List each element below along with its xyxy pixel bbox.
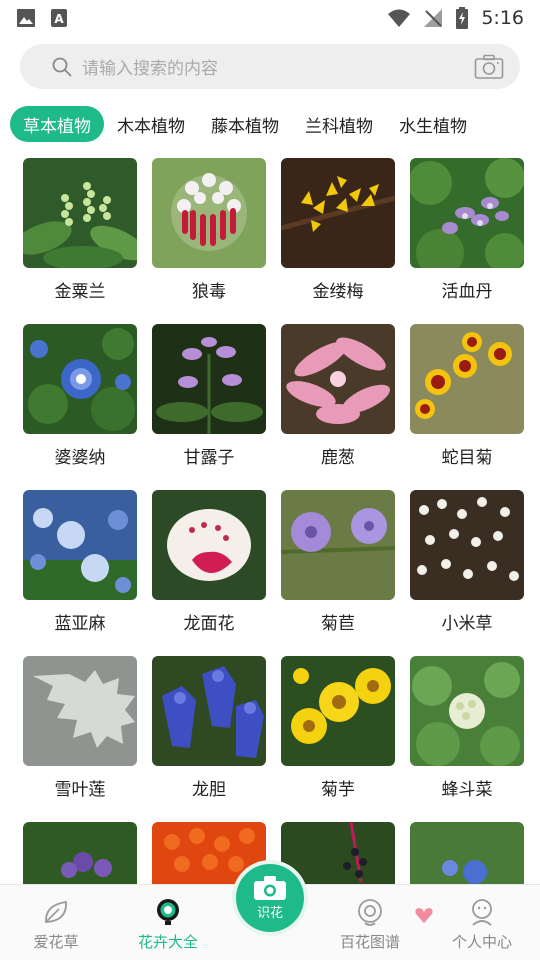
plant-name: 菊芋 xyxy=(321,780,355,800)
plant-name: 菊苣 xyxy=(321,614,355,634)
no-signal-icon xyxy=(424,9,443,27)
plant-grid: 金粟兰 狼毒 金缕梅 活血丹 婆婆纳 甘露子 鹿葱 蛇目菊 蓝亚麻 龙面花 菊苣… xyxy=(23,158,525,884)
plant-name: 鹿葱 xyxy=(321,448,355,468)
tab-orchid[interactable]: 兰科植物 xyxy=(292,106,386,142)
plant-photo xyxy=(23,324,137,434)
category-tabs: 草本植物 木本植物 藤本植物 兰科植物 水生植物 xyxy=(10,105,540,143)
nav-item-profile[interactable]: 个人中心 xyxy=(432,885,532,960)
plant-photo xyxy=(281,158,395,268)
plant-card[interactable]: 金缕梅 xyxy=(281,158,395,308)
plant-photo xyxy=(410,324,524,434)
plant-card[interactable]: 狼毒 xyxy=(152,158,266,308)
plant-name: 蛇目菊 xyxy=(441,448,493,468)
wifi-icon xyxy=(388,9,411,27)
scan-flower-button-inner[interactable]: 识花 xyxy=(236,864,304,932)
leaf-icon xyxy=(45,900,67,923)
search-input[interactable]: 请输入搜索的内容 xyxy=(82,54,218,79)
search-icon xyxy=(52,57,72,76)
plant-card[interactable]: 婆婆纳 xyxy=(23,324,137,474)
plant-name: 金粟兰 xyxy=(54,282,106,302)
plant-photo xyxy=(410,822,524,884)
plant-card[interactable]: 活血丹 xyxy=(410,158,524,308)
scan-flower-button[interactable]: 识花 xyxy=(232,860,308,936)
plant-name: 雪叶莲 xyxy=(54,780,106,800)
tab-vine[interactable]: 藤本植物 xyxy=(198,106,292,142)
plant-card[interactable]: 甘露子 xyxy=(152,324,266,474)
nav-item-flower-catalog[interactable]: 花卉大全 xyxy=(118,885,218,960)
plant-photo xyxy=(410,656,524,766)
plant-card[interactable]: 龙胆 xyxy=(152,656,266,806)
plant-card[interactable] xyxy=(410,822,524,884)
camera-search-icon[interactable] xyxy=(474,54,504,80)
plant-name: 金缕梅 xyxy=(312,282,364,302)
plant-card[interactable]: 龙面花 xyxy=(152,490,266,640)
plant-card[interactable] xyxy=(23,822,137,884)
svg-text:A: A xyxy=(54,12,64,26)
font-notification-icon: A xyxy=(51,9,67,27)
plant-card[interactable]: 蜂斗菜 xyxy=(410,656,524,806)
plant-photo xyxy=(152,656,266,766)
plant-name: 小米草 xyxy=(441,614,493,634)
atlas-icon xyxy=(358,899,382,926)
gallery-notification-icon xyxy=(17,9,35,27)
nav-item-flower-atlas[interactable]: 百花图谱 xyxy=(320,885,420,960)
plant-card[interactable]: 菊苣 xyxy=(281,490,395,640)
plant-photo xyxy=(23,656,137,766)
plant-photo xyxy=(281,656,395,766)
flower-catalog-icon xyxy=(157,899,179,925)
plant-photo xyxy=(152,490,266,600)
tab-herbaceous[interactable]: 草本植物 xyxy=(10,106,104,142)
search-bar[interactable]: 请输入搜索的内容 xyxy=(20,44,520,89)
plant-name: 婆婆纳 xyxy=(54,448,106,468)
nav-label: 个人中心 xyxy=(451,933,512,951)
plant-card[interactable]: 雪叶莲 xyxy=(23,656,137,806)
plant-photo xyxy=(281,490,395,600)
plant-photo xyxy=(152,158,266,268)
plant-name: 狼毒 xyxy=(192,282,226,302)
tab-woody[interactable]: 木本植物 xyxy=(104,106,198,142)
status-bar: A 5:16 xyxy=(0,0,540,36)
plant-card[interactable]: 小米草 xyxy=(410,490,524,640)
plant-name: 蓝亚麻 xyxy=(54,614,106,634)
nav-item-love-flowers[interactable]: 爱花草 xyxy=(6,885,106,960)
nav-label: 爱花草 xyxy=(33,933,79,951)
plant-card[interactable]: 菊芋 xyxy=(281,656,395,806)
battery-charging-icon xyxy=(456,7,469,29)
plant-name: 甘露子 xyxy=(183,448,235,468)
plant-photo xyxy=(23,822,137,884)
status-time: 5:16 xyxy=(481,7,524,29)
profile-icon xyxy=(472,899,492,926)
nav-label: 百花图谱 xyxy=(339,933,400,951)
scan-label: 识花 xyxy=(256,906,283,921)
plant-card[interactable]: 蛇目菊 xyxy=(410,324,524,474)
nav-label: 花卉大全 xyxy=(137,933,198,951)
plant-card[interactable]: 金粟兰 xyxy=(23,158,137,308)
plant-photo xyxy=(152,324,266,434)
plant-photo xyxy=(281,324,395,434)
plant-photo xyxy=(410,158,524,268)
plant-name: 活血丹 xyxy=(441,282,493,302)
plant-photo xyxy=(23,158,137,268)
camera-icon xyxy=(254,876,286,900)
tab-aquatic[interactable]: 水生植物 xyxy=(386,106,480,142)
plant-name: 龙面花 xyxy=(183,614,235,634)
plant-card[interactable]: 蓝亚麻 xyxy=(23,490,137,640)
plant-name: 蜂斗菜 xyxy=(441,780,493,800)
plant-name: 龙胆 xyxy=(192,780,226,800)
plant-photo xyxy=(410,490,524,600)
heart-icon xyxy=(415,908,433,923)
plant-photo xyxy=(23,490,137,600)
plant-card[interactable]: 鹿葱 xyxy=(281,324,395,474)
